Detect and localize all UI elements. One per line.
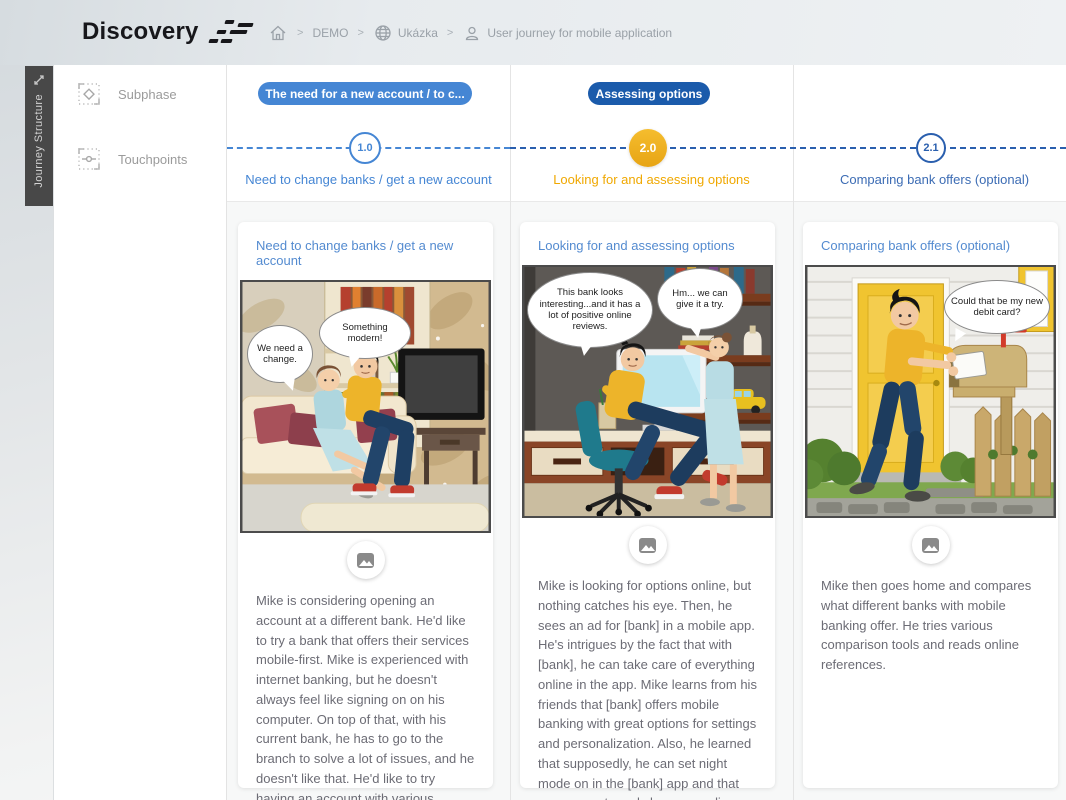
app-logo-text: Discovery	[82, 18, 199, 46]
timeline-step-label: Need to change banks / get a new account	[227, 172, 510, 187]
image-badge-button[interactable]	[347, 541, 385, 579]
subphase-card-comparing-offers[interactable]: Comparing bank offers (optional)	[803, 222, 1058, 788]
home-icon	[268, 23, 288, 43]
timeline-node-2-0[interactable]: 2.0	[629, 129, 667, 167]
storyboard-image-mailbox[interactable]: Could that be my new debit card?	[805, 265, 1056, 518]
image-icon	[639, 538, 656, 553]
journey-structure-sidebar: Subphase Touchpoints	[53, 65, 227, 800]
breadcrumb-label: Ukázka	[398, 26, 438, 40]
subphase-card-looking-for-options[interactable]: Looking for and assessing options	[520, 222, 775, 788]
breadcrumb-separator: >	[357, 27, 363, 39]
speech-bubble: This bank looks interesting...and it has…	[527, 272, 653, 348]
storyboard-image-home-office[interactable]: This bank looks interesting...and it has…	[522, 265, 773, 518]
journey-canvas: The need for a new account / to c... Ass…	[227, 65, 1066, 800]
subphase-icon	[76, 81, 102, 107]
subphase-card-need-to-change-banks[interactable]: Need to change banks / get a new account	[238, 222, 493, 788]
timeline-node-1-0[interactable]: 1.0	[349, 132, 381, 164]
speech-bubble: Something modern!	[319, 307, 411, 359]
image-badge-button[interactable]	[629, 526, 667, 564]
person-icon	[462, 23, 482, 43]
card-title[interactable]: Comparing bank offers (optional)	[803, 222, 1058, 265]
breadcrumb-label: User journey for mobile application	[487, 26, 672, 40]
image-icon	[922, 538, 939, 553]
breadcrumb-label: DEMO	[312, 26, 348, 40]
timeline-step-label: Comparing bank offers (optional)	[793, 172, 1066, 187]
phase-pill-assessing-options[interactable]: Assessing options	[588, 82, 710, 105]
storyboard-image-living-room[interactable]: We need a change. Something modern!	[240, 280, 491, 533]
speech-bubble-tail	[690, 325, 704, 339]
breadcrumb-separator: >	[297, 27, 303, 39]
speech-bubble-tail	[578, 343, 592, 357]
app-logo: Discovery	[82, 18, 257, 46]
timeline-dashed-line	[510, 147, 1066, 149]
sidebar-item-label: Subphase	[118, 87, 177, 102]
speech-bubble: Hm... we can give it a try.	[657, 268, 743, 330]
sidebar-item-touchpoints[interactable]: Touchpoints	[54, 142, 228, 176]
breadcrumb-item-demo[interactable]: DEMO	[312, 26, 348, 40]
breadcrumb: > DEMO > Ukázka > User journey for mobil…	[268, 0, 672, 65]
phase-pill-need-account[interactable]: The need for a new account / to c...	[258, 82, 472, 105]
subphase-description[interactable]: Mike is considering opening an account a…	[238, 579, 493, 800]
breadcrumb-separator: >	[447, 27, 453, 39]
image-badge-button[interactable]	[912, 526, 950, 564]
card-title[interactable]: Need to change banks / get a new account	[238, 222, 493, 280]
breadcrumb-home[interactable]	[268, 23, 288, 43]
sidebar-item-label: Touchpoints	[118, 152, 187, 167]
journey-structure-tab-label: Journey Structure	[33, 94, 45, 188]
expand-icon[interactable]	[31, 72, 47, 88]
image-icon	[357, 553, 374, 568]
globe-icon	[373, 23, 393, 43]
app-header: Discovery > DEMO > Ukázka > User j	[0, 0, 1066, 65]
subphase-description[interactable]: Mike is looking for options online, but …	[520, 564, 775, 800]
timeline-step-label: Looking for and assessing options	[510, 172, 793, 187]
speech-bubble: Could that be my new debit card?	[944, 280, 1050, 334]
speech-bubble: We need a change.	[247, 325, 313, 383]
journey-structure-tab[interactable]: Journey Structure	[25, 66, 53, 206]
timeline-node-2-1[interactable]: 2.1	[916, 133, 946, 163]
discovery-logo-mark-icon	[209, 19, 257, 45]
touchpoints-icon	[76, 146, 102, 172]
subphase-description[interactable]: Mike then goes home and compares what di…	[803, 564, 1058, 675]
card-title[interactable]: Looking for and assessing options	[520, 222, 775, 265]
breadcrumb-item-ukazka[interactable]: Ukázka	[373, 23, 438, 43]
sidebar-item-subphase[interactable]: Subphase	[54, 77, 228, 111]
breadcrumb-item-journey[interactable]: User journey for mobile application	[462, 23, 672, 43]
